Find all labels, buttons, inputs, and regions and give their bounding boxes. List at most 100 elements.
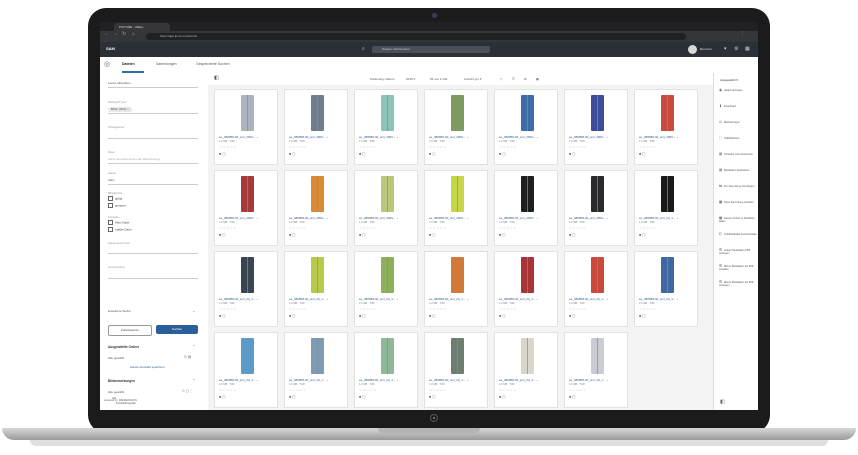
asset-title[interactable]: ee_080858-00_wnl_2009... ⌄ — [639, 135, 689, 139]
asset-thumbnail[interactable] — [518, 338, 537, 374]
locked-checkbox[interactable]: gesperrt — [108, 203, 126, 208]
selection-dropdown[interactable]: Ausgewählt ▾ — [720, 78, 738, 82]
filter-icon[interactable]: ▽ — [500, 77, 502, 81]
asset-title[interactable]: ee_080858-00_wnl_2009... ⌄ — [429, 135, 479, 139]
asset-action-icons[interactable]: ■ ▢ — [219, 233, 225, 237]
search-button[interactable]: Suchen — [156, 325, 198, 334]
asset-action-icons[interactable]: ■ ▢ — [499, 233, 505, 237]
asset-thumbnail[interactable] — [308, 95, 327, 131]
reset-button[interactable]: Zurücksetzen — [108, 325, 152, 336]
asset-card[interactable]: ee_080858-00_wnl_2009... ⌄ 1,9 MB · TIFF ☆… — [214, 170, 278, 246]
filetype-chip[interactable]: Bilder (JPG) × — [108, 107, 132, 112]
asset-card[interactable]: ee_080858-00_wnl_2009... ⌄ 1,9 MB · TIFF ☆… — [424, 89, 488, 165]
asset-action-icons[interactable]: ■ ▢ — [289, 233, 295, 237]
asset-card[interactable]: ee_080858-00_wnl_2d_1... ⌄ 1,9 MB · TIFF ☆… — [494, 251, 558, 327]
asset-thumbnail[interactable] — [448, 338, 467, 374]
asset-title[interactable]: ee_080858-00_wnl_2009... ⌄ — [499, 135, 549, 139]
rating-stars[interactable]: ☆☆☆☆☆ — [569, 307, 587, 311]
asset-action-icons[interactable]: ■ ▢ — [639, 314, 645, 318]
category-select[interactable] — [108, 245, 198, 254]
asset-card[interactable]: ee_080858-00_wnl_2d_1... ⌄ 1,9 MB · TIFF ☆… — [564, 332, 628, 408]
asset-thumbnail[interactable] — [308, 176, 327, 212]
asset-thumbnail[interactable] — [448, 95, 467, 131]
rating-stars[interactable]: ☆☆☆☆☆ — [359, 145, 377, 149]
asset-thumbnail[interactable] — [588, 257, 607, 293]
rating-stars[interactable]: ☆☆☆☆☆ — [219, 145, 237, 149]
asset-title[interactable]: ee_080858-00_wnl_2009... ⌄ — [219, 216, 269, 220]
asset-title[interactable]: ee_080858-00_wnl_2d_1... ⌄ — [639, 216, 689, 220]
action-item[interactable]: ☰ Linkes Metadaten PDF anzeigen — [719, 248, 758, 255]
rating-stars[interactable]: ☆☆☆☆☆ — [499, 307, 517, 311]
asset-card[interactable]: ee_080858-00_wnl_2d_1... ⌄ 1,9 MB · TIFF ☆… — [354, 332, 418, 408]
year-select[interactable]: 2018 ▾ — [406, 77, 415, 81]
asset-card[interactable]: ee_080858-00_wnl_2009... ⌄ 1,9 MB · TIFF ☆… — [424, 170, 488, 246]
folder-actions-icon[interactable]: ⇅ ▤ — [184, 355, 191, 359]
action-item[interactable]: ◉ Ablauf anzeigen — [719, 88, 758, 92]
action-item[interactable]: ⊙ Markierungen — [719, 120, 758, 124]
asset-title[interactable]: ee_080858-00_wnl_2009... ⌄ — [569, 216, 619, 220]
action-item[interactable]: ▦ Neue Sammlung erstellen — [719, 200, 758, 204]
rating-stars[interactable]: ☆☆☆☆☆ — [219, 388, 237, 392]
rating-stars[interactable]: ☆☆☆☆☆ — [429, 388, 447, 392]
asset-title[interactable]: ee_080858-00_wnl_2d_1... ⌄ — [569, 297, 619, 301]
action-item[interactable]: ⬇ Download — [719, 104, 758, 108]
asset-card[interactable]: ee_080858-00_wnl_2009... ⌄ 1,9 MB · TIFF ☆… — [284, 89, 348, 165]
asset-thumbnail[interactable] — [658, 95, 677, 131]
save-selection-link[interactable]: Ganze Auswahl speichern — [130, 365, 165, 369]
asset-card[interactable]: ee_080858-00_wnl_2009... ⌄ 1,9 MB · TIFF ☆… — [354, 170, 418, 246]
rating-stars[interactable]: ☆☆☆☆☆ — [359, 307, 377, 311]
asset-action-icons[interactable]: ■ ▢ — [429, 395, 435, 399]
action-item[interactable]: ▦ Neuen Ordner in Workflow laden — [719, 216, 758, 223]
rating-stars[interactable]: ☆☆☆☆☆ — [359, 388, 377, 392]
asset-title[interactable]: ee_080858-00_wnl_2009... ⌄ — [289, 135, 339, 139]
sort-select[interactable]: Sortierung: Datum — [370, 77, 394, 81]
keywords-field[interactable] — [108, 130, 198, 139]
asset-thumbnail[interactable] — [658, 176, 677, 212]
asset-action-icons[interactable]: ■ ▢ — [359, 152, 365, 156]
asset-action-icons[interactable]: ■ ▢ — [219, 314, 225, 318]
settings-icon[interactable]: ⚙ — [734, 46, 738, 52]
asset-card[interactable]: ee_080858-00_wnl_2009... ⌄ 1,9 MB · TIFF ☆… — [564, 170, 628, 246]
asset-card[interactable]: ee_080858-00_wnl_2d_1... ⌄ 1,9 MB · TIFF ☆… — [424, 332, 488, 408]
rating-stars[interactable]: ☆☆☆☆☆ — [289, 307, 307, 311]
inactive-file-checkbox[interactable]: Inaktiv Datei — [108, 227, 132, 232]
rating-stars[interactable]: ☆☆☆☆☆ — [499, 145, 517, 149]
forward-icon[interactable]: → — [113, 32, 118, 37]
rating-stars[interactable]: ☆☆☆☆☆ — [429, 307, 447, 311]
chevron-up-icon[interactable]: ⌃ — [192, 378, 195, 383]
tab-files[interactable]: Dateien — [122, 62, 135, 66]
asset-title[interactable]: ee_080858-00_wnl_2009... ⌄ — [359, 216, 409, 220]
asset-card[interactable]: ee_080858-00_wnl_2d_1... ⌄ 1,9 MB · TIFF ☆… — [634, 170, 698, 246]
asset-title[interactable]: ee_080858-00_wnl_2d_1... ⌄ — [289, 378, 339, 382]
action-item[interactable]: ☰ Meine Metadaten als PDF erstellen — [719, 264, 758, 271]
user-name[interactable]: Benutzer — [700, 47, 712, 51]
asset-card[interactable]: ee_080858-00_wnl_2d_1... ⌄ 1,9 MB · TIFF ☆… — [424, 251, 488, 327]
rating-stars[interactable]: ☆☆☆☆☆ — [289, 145, 307, 149]
asset-card[interactable]: ee_080858-00_wnl_2d_1... ⌄ 1,9 MB · TIFF ☆… — [214, 332, 278, 408]
asset-card[interactable]: ee_080858-00_wnl_2d_1... ⌄ 1,9 MB · TIFF ☆… — [354, 251, 418, 327]
asset-thumbnail[interactable] — [238, 95, 257, 131]
asset-thumbnail[interactable] — [378, 95, 397, 131]
asset-card[interactable]: ee_080858-00_wnl_2d_1... ⌄ 1,9 MB · TIFF ☆… — [494, 332, 558, 408]
filetype-field[interactable]: Bilder (JPG) × — [108, 105, 198, 114]
asset-card[interactable]: ee_080858-00_wnl_2d_1... ⌄ 1,9 MB · TIFF ☆… — [214, 251, 278, 327]
tab-collections[interactable]: Sammlungen — [156, 62, 177, 66]
asset-title[interactable]: ee_080858-00_wnl_2d_1... ⌄ — [219, 378, 269, 382]
asset-title[interactable]: ee_080858-00_wnl_2d_1... ⌄ — [359, 297, 409, 301]
asset-thumbnail[interactable] — [518, 176, 537, 212]
rating-stars[interactable]: ☆☆☆☆☆ — [639, 226, 657, 230]
rating-stars[interactable]: ☆☆☆☆☆ — [639, 307, 657, 311]
file-field[interactable]: Name des Dokuments oder Beschreibung — [108, 155, 198, 164]
asset-action-icons[interactable]: ■ ▢ — [359, 395, 365, 399]
action-item[interactable]: ▤ Schreibe eine Rezension — [719, 152, 758, 156]
asset-title[interactable]: ee_080858-00_wnl_2d_1... ⌄ — [429, 378, 479, 382]
asset-action-icons[interactable]: ■ ▢ — [359, 233, 365, 237]
asset-card[interactable]: ee_080858-00_wnl_2009... ⌄ 1,9 MB · TIFF ☆… — [354, 89, 418, 165]
asset-title[interactable]: ee_080858-00_wnl_2d_1... ⌄ — [639, 297, 689, 301]
asset-thumbnail[interactable] — [238, 176, 257, 212]
action-item[interactable]: ⛶ Vollbild/Zoom — [719, 136, 758, 140]
advanced-search-link[interactable]: Erweiterte Suche — [108, 309, 131, 313]
asset-title[interactable]: ee_080858-00_wnl_2d_1... ⌄ — [429, 297, 479, 301]
annotation-actions-icon[interactable]: ↻ ▢ ⋮ — [182, 389, 194, 393]
action-item[interactable]: ☰ Meine Metadaten als PDF anzeigen — [719, 280, 758, 287]
